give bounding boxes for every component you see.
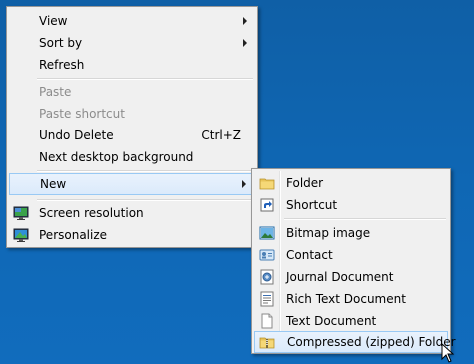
submenu-item-label: Folder <box>286 176 324 190</box>
submenu-item-rich-text-document[interactable]: Rich Text Document <box>254 288 448 310</box>
menu-item-next-desktop-background[interactable]: Next desktop background <box>9 146 255 168</box>
menu-item-sort-by[interactable]: Sort by <box>9 32 255 54</box>
menu-separator <box>284 218 446 220</box>
menu-item-label: Sort by <box>39 36 83 50</box>
menu-item-new[interactable]: New <box>9 173 255 195</box>
menu-separator <box>37 78 253 80</box>
menu-item-screen-resolution[interactable]: Screen resolution <box>9 202 255 224</box>
submenu-item-bitmap-image[interactable]: Bitmap image <box>254 222 448 244</box>
menu-item-label: Undo Delete <box>39 128 114 142</box>
journal-document-icon <box>259 269 275 285</box>
menu-separator <box>37 170 253 172</box>
submenu-item-folder[interactable]: Folder <box>254 172 448 194</box>
menu-item-label: Screen resolution <box>39 206 144 220</box>
submenu-arrow-icon <box>243 39 247 47</box>
submenu-item-text-document[interactable]: Text Document <box>254 310 448 332</box>
submenu-item-contact[interactable]: Contact <box>254 244 448 266</box>
submenu-item-label: Rich Text Document <box>286 292 406 306</box>
bitmap-image-icon <box>259 225 275 241</box>
menu-item-label: Paste shortcut <box>39 107 125 121</box>
contact-icon <box>259 247 275 263</box>
menu-separator <box>37 199 253 201</box>
menu-item-shortcut: Ctrl+Z <box>201 128 241 142</box>
new-submenu: Folder Shortcut Bitmap image Contact Jou… <box>251 168 456 354</box>
menu-item-label: Paste <box>39 85 72 99</box>
menu-item-label: Next desktop background <box>39 150 194 164</box>
screen-resolution-icon <box>13 205 29 221</box>
menu-item-label: Refresh <box>39 58 85 72</box>
submenu-item-label: Shortcut <box>286 198 338 212</box>
personalize-icon <box>13 227 29 243</box>
mouse-pointer-icon <box>441 343 455 363</box>
text-document-icon <box>259 313 275 329</box>
submenu-item-label: Compressed (zipped) Folder <box>287 335 456 349</box>
menu-item-undo-delete[interactable]: Undo Delete Ctrl+Z <box>9 124 255 146</box>
submenu-item-journal-document[interactable]: Journal Document <box>254 266 448 288</box>
menu-item-personalize[interactable]: Personalize <box>9 224 255 246</box>
menu-item-view[interactable]: View <box>9 10 255 32</box>
submenu-item-compressed-zipped-folder[interactable]: Compressed (zipped) Folder <box>254 331 456 353</box>
shortcut-icon <box>259 197 275 213</box>
menu-item-label: View <box>39 14 68 28</box>
submenu-item-label: Bitmap image <box>286 226 371 240</box>
desktop-background[interactable]: View Sort by Refresh Paste Paste shortcu… <box>0 0 474 364</box>
menu-item-label: Personalize <box>39 228 108 242</box>
submenu-item-label: Contact <box>286 248 333 262</box>
zipped-folder-icon <box>259 334 275 350</box>
menu-item-paste-shortcut: Paste shortcut <box>9 103 255 125</box>
submenu-arrow-icon <box>243 17 247 25</box>
folder-icon <box>259 175 275 191</box>
menu-item-refresh[interactable]: Refresh <box>9 54 255 76</box>
rich-text-document-icon <box>259 291 275 307</box>
submenu-arrow-icon <box>242 180 246 188</box>
submenu-item-label: Text Document <box>286 314 377 328</box>
menu-item-label: New <box>40 177 67 191</box>
submenu-item-shortcut[interactable]: Shortcut <box>254 194 448 216</box>
desktop-context-menu: View Sort by Refresh Paste Paste shortcu… <box>6 6 258 248</box>
submenu-item-label: Journal Document <box>286 270 394 284</box>
menu-item-paste: Paste <box>9 81 255 103</box>
